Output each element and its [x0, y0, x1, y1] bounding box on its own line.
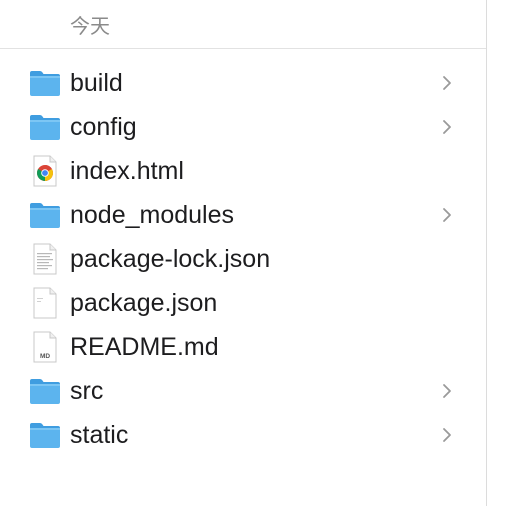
folder-icon [30, 423, 60, 448]
file-row-package-json[interactable]: package.json [0, 281, 486, 325]
chevron-right-icon[interactable] [440, 75, 454, 91]
md-badge: MD [40, 353, 50, 360]
file-row-node-modules[interactable]: node_modules [0, 193, 486, 237]
document-icon [33, 287, 57, 319]
chevron-right-icon[interactable] [440, 427, 454, 443]
file-name: index.html [70, 157, 184, 185]
file-row-src[interactable]: src [0, 369, 486, 413]
folder-icon [30, 379, 60, 404]
file-name: package-lock.json [70, 245, 271, 273]
folder-icon [30, 203, 60, 228]
chevron-right-icon[interactable] [440, 383, 454, 399]
markdown-file-icon: MD [33, 331, 57, 363]
folder-icon [30, 71, 60, 96]
chrome-html-file-icon [33, 155, 57, 187]
file-name: static [70, 421, 129, 449]
next-column-pane [487, 0, 526, 506]
finder-list-pane: 今天 build config index.html node_modules … [0, 0, 486, 506]
file-row-build[interactable]: build [0, 61, 486, 105]
file-row-static[interactable]: static [0, 413, 486, 457]
file-row-package-lock-json[interactable]: package-lock.json [0, 237, 486, 281]
file-name: config [70, 113, 137, 141]
text-document-icon [33, 243, 57, 275]
file-row-config[interactable]: config [0, 105, 486, 149]
file-row-readme-md[interactable]: MD README.md [0, 325, 486, 369]
file-name: build [70, 69, 123, 97]
file-name: src [70, 377, 104, 405]
file-list: build config index.html node_modules pac… [0, 61, 486, 457]
chevron-right-icon[interactable] [440, 207, 454, 223]
section-title: 今天 [70, 14, 110, 38]
file-name: package.json [70, 289, 218, 317]
file-name: node_modules [70, 201, 235, 229]
header-divider [0, 48, 486, 49]
section-header: 今天 [0, 0, 486, 48]
chevron-right-icon[interactable] [440, 119, 454, 135]
folder-icon [30, 115, 60, 140]
file-name: README.md [70, 333, 219, 361]
file-row-index-html[interactable]: index.html [0, 149, 486, 193]
